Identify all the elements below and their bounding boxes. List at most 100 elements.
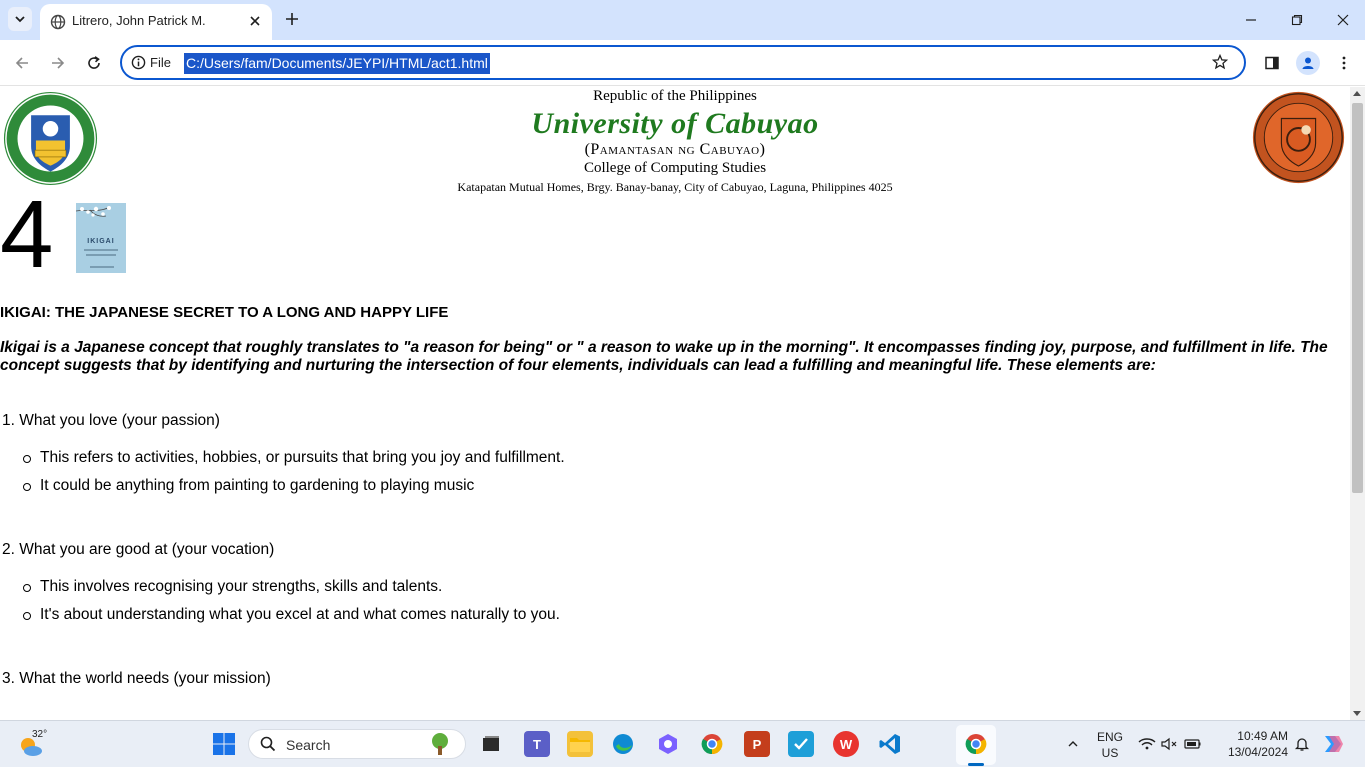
- quick-settings-button[interactable]: [1137, 731, 1203, 757]
- intro-paragraph: Ikigai is a Japanese concept that roughl…: [0, 339, 1328, 374]
- bullet-list: This involves recognising your strengths…: [0, 578, 1350, 624]
- side-panel-button[interactable]: [1260, 51, 1284, 75]
- notification-bell-icon: [1294, 738, 1310, 751]
- vscode-icon: [879, 734, 900, 754]
- bullet-list: This refers to activities, hobbies, or p…: [0, 449, 1350, 495]
- tab-close-button[interactable]: [246, 12, 264, 30]
- school-address: Katapatan Mutual Homes, Brgy. Banay-bana…: [457, 180, 893, 194]
- start-button[interactable]: [211, 731, 237, 757]
- language-code: ENG: [1096, 730, 1123, 744]
- restore-button[interactable]: [1285, 8, 1309, 32]
- copilot-app-icon[interactable]: [655, 731, 681, 757]
- chrome-app-icon[interactable]: [699, 731, 725, 757]
- windows-taskbar: 32° Search T P W ENG US 10:49 AM 13/04/2…: [0, 720, 1365, 767]
- file-explorer-icon[interactable]: [567, 731, 593, 757]
- scroll-up-arrow-icon[interactable]: [1353, 91, 1361, 96]
- task-view-button[interactable]: [478, 731, 504, 757]
- list-item: This refers to activities, hobbies, or p…: [23, 449, 1350, 467]
- ikigai-book-cover: IKIGAI: [76, 203, 126, 273]
- article-content: IKIGAI: THE JAPANESE SECRET TO A LONG AN…: [0, 304, 1350, 707]
- notifications-button[interactable]: [1289, 731, 1315, 757]
- bookmark-star-icon[interactable]: [1212, 54, 1228, 70]
- search-icon: [260, 736, 276, 752]
- list-item: It's about understanding what you excel …: [23, 606, 1350, 624]
- forward-button[interactable]: [46, 51, 70, 75]
- tab-title: Litrero, John Patrick M.: [72, 13, 206, 28]
- new-tab-button[interactable]: [282, 9, 302, 29]
- vscode-app-icon[interactable]: [877, 731, 903, 757]
- search-label: Search: [286, 737, 331, 753]
- close-window-button[interactable]: [1331, 8, 1355, 32]
- vertical-scrollbar[interactable]: [1350, 87, 1365, 720]
- browser-toolbar: File C:/Users/fam/Documents/JEYPI/HTML/a…: [0, 40, 1365, 86]
- restore-icon: [1291, 14, 1303, 26]
- more-vertical-icon: [1342, 56, 1346, 70]
- close-icon: [250, 16, 260, 26]
- wps-office-icon[interactable]: W: [833, 731, 859, 757]
- info-icon[interactable]: [131, 55, 146, 70]
- close-icon: [1337, 14, 1349, 26]
- copilot-preview-icon: [1325, 736, 1343, 752]
- windows-logo-icon: [213, 733, 235, 755]
- clock-date: 13/04/2024: [1227, 745, 1288, 759]
- chrome-icon: [701, 734, 723, 755]
- weather-widget[interactable]: 32°: [18, 729, 48, 759]
- back-button[interactable]: [10, 51, 34, 75]
- profile-button[interactable]: [1296, 51, 1320, 75]
- region-code: US: [1101, 746, 1119, 760]
- task-view-icon: [483, 736, 499, 751]
- university-name: University of Cabuyao: [531, 107, 819, 140]
- globe-icon: [50, 14, 66, 30]
- scroll-down-arrow-icon[interactable]: [1353, 711, 1361, 716]
- university-logo: [3, 91, 98, 186]
- branch-illustration-icon: [76, 206, 111, 217]
- plus-icon: [286, 13, 298, 25]
- todo-app-icon[interactable]: [788, 731, 814, 757]
- copilot-icon: [659, 734, 677, 754]
- reload-button[interactable]: [82, 51, 106, 75]
- taskbar-search[interactable]: Search: [248, 729, 466, 759]
- tab-search-button[interactable]: [8, 7, 32, 31]
- active-app-indicator: [968, 763, 984, 766]
- scheme-label[interactable]: File: [150, 55, 171, 70]
- pamantasan-text: (Pamantasan ng Cabuyao): [584, 141, 766, 158]
- system-clock[interactable]: 10:49 AM 13/04/2024: [1218, 728, 1288, 760]
- section-title: 2. What you are good at (your vocation): [2, 541, 275, 558]
- address-bar[interactable]: File C:/Users/fam/Documents/JEYPI/HTML/a…: [120, 45, 1246, 80]
- article-heading: IKIGAI: THE JAPANESE SECRET TO A LONG AN…: [0, 304, 449, 321]
- url-text[interactable]: C:/Users/fam/Documents/JEYPI/HTML/act1.h…: [184, 53, 490, 74]
- temperature-text: 32°: [32, 729, 48, 740]
- powerpoint-app-icon[interactable]: P: [744, 731, 770, 757]
- search-highlight-tree-icon: [432, 733, 448, 755]
- list-item: This involves recognising your strengths…: [23, 578, 1350, 596]
- browser-tab[interactable]: Litrero, John Patrick M.: [40, 4, 272, 40]
- teams-app-icon[interactable]: T: [524, 731, 550, 757]
- activity-number: 4: [0, 181, 54, 288]
- edge-browser-icon[interactable]: [610, 731, 636, 757]
- copilot-preview-button[interactable]: [1320, 731, 1346, 757]
- edge-icon: [613, 734, 633, 754]
- clock-time: 10:49 AM: [1237, 729, 1288, 743]
- show-hidden-icons-button[interactable]: [1060, 731, 1086, 757]
- section-title: 1. What you love (your passion): [2, 412, 220, 429]
- menu-button[interactable]: [1332, 51, 1356, 75]
- checkmark-icon: [794, 738, 808, 750]
- scrollbar-thumb[interactable]: [1352, 103, 1363, 493]
- chevron-up-icon: [1068, 741, 1078, 747]
- language-indicator[interactable]: ENG US: [1092, 729, 1128, 761]
- book-title: IKIGAI: [87, 238, 115, 245]
- college-name: College of Computing Studies: [583, 160, 767, 176]
- chrome-active-app-icon[interactable]: [963, 731, 989, 757]
- minimize-button[interactable]: [1239, 8, 1263, 32]
- arrow-left-icon: [15, 57, 28, 69]
- side-panel-icon: [1265, 56, 1279, 70]
- arrow-right-icon: [52, 57, 65, 69]
- school-header: Republic of the Philippines University o…: [300, 87, 1050, 196]
- person-icon: [1302, 57, 1314, 69]
- folder-icon: [570, 738, 590, 752]
- minimize-icon: [1246, 19, 1256, 21]
- college-logo: [1252, 91, 1345, 184]
- reload-icon: [88, 56, 100, 69]
- list-item: It could be anything from painting to ga…: [23, 477, 1350, 495]
- page-viewport[interactable]: Republic of the Philippines University o…: [0, 87, 1350, 720]
